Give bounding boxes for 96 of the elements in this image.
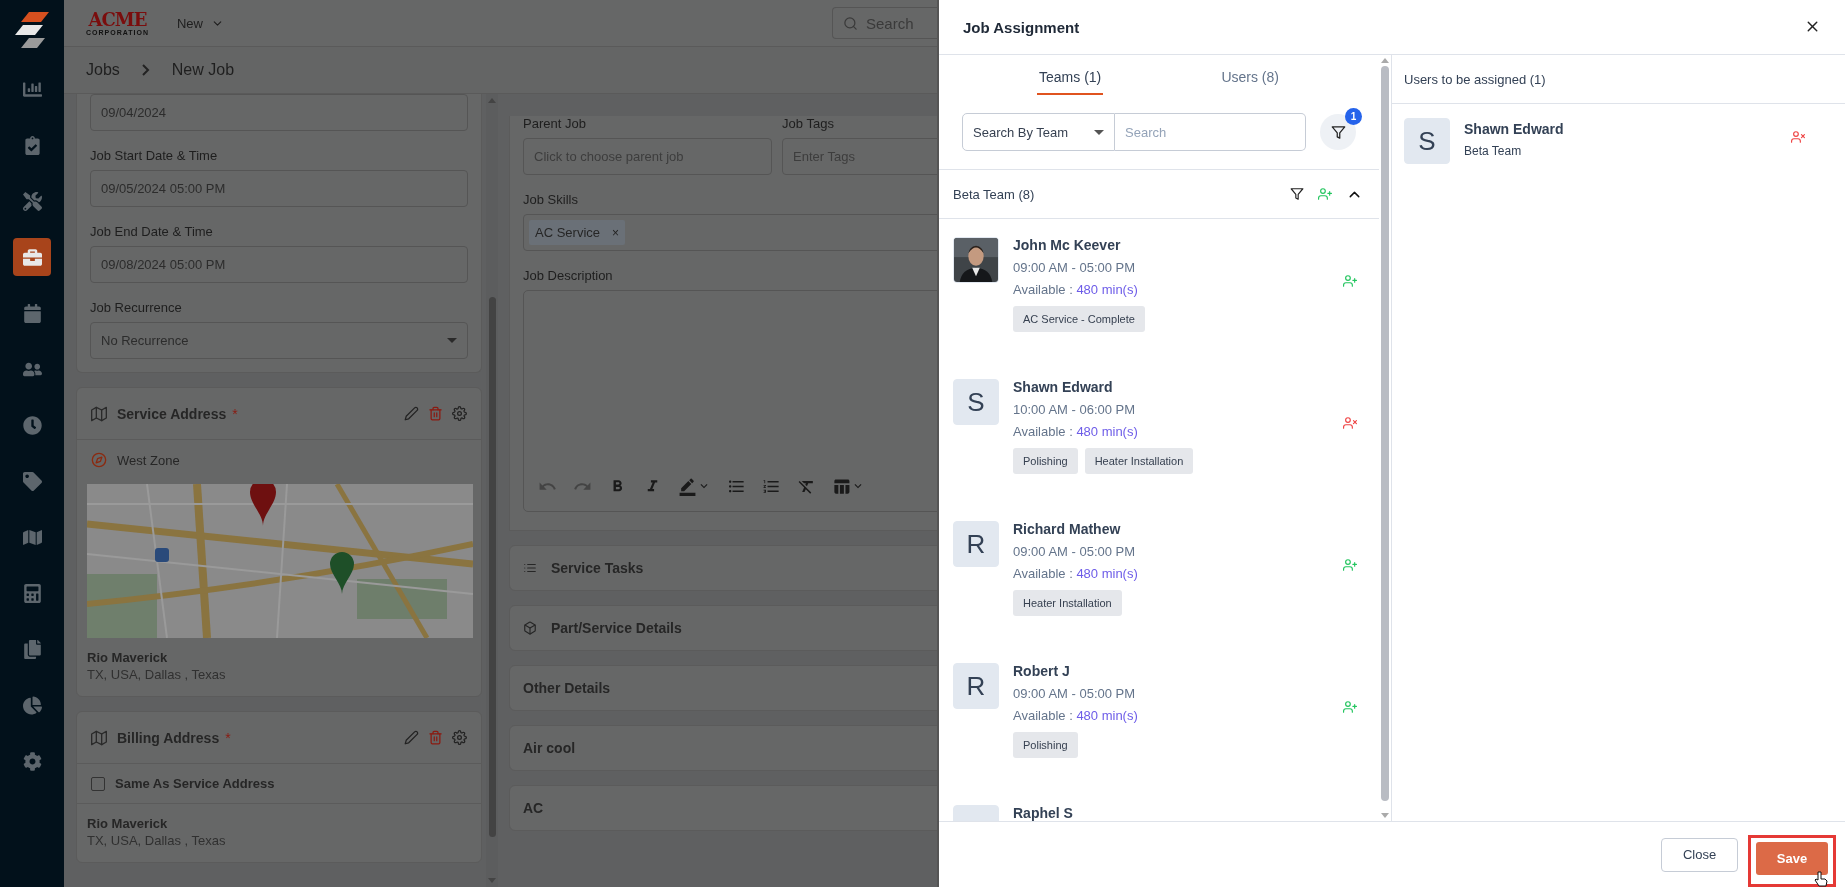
recurrence-select[interactable]: No Recurrence	[90, 322, 468, 359]
skill-tag: AC Service - Complete	[1013, 306, 1145, 332]
settings-icon[interactable]	[452, 730, 467, 745]
new-menu[interactable]: New	[171, 14, 230, 32]
breadcrumb-link[interactable]: Jobs	[86, 61, 120, 79]
date-field[interactable]: 09/04/2024	[90, 94, 468, 131]
user-name: Raphel S	[1013, 805, 1074, 821]
field-label: Job Tags	[782, 116, 835, 131]
search-icon	[843, 15, 858, 31]
user-name: Shawn Edward	[1013, 379, 1114, 395]
required-mark: *	[225, 729, 231, 746]
date-time-field[interactable]: 09/05/2024 05:00 PM	[90, 170, 468, 207]
section-title: AC	[523, 800, 544, 816]
availability: Available : 480 min(s)	[1013, 708, 1139, 723]
section-header[interactable]: Service Tasks	[509, 545, 937, 591]
filter-icon[interactable]	[1290, 187, 1304, 201]
close-button[interactable]: Close	[1661, 837, 1738, 872]
box-icon	[523, 621, 537, 635]
filter-count: 1	[1345, 108, 1362, 125]
avatar: R	[953, 521, 999, 567]
remove-user-icon[interactable]	[1791, 130, 1805, 144]
save-button[interactable]: Save	[1756, 842, 1828, 875]
required-mark: *	[232, 405, 238, 422]
tab[interactable]: Users (8)	[1219, 69, 1281, 95]
chip-remove[interactable]: ×	[612, 225, 620, 240]
field-label: Job Description	[523, 268, 614, 283]
field-label: Parent Job	[523, 116, 587, 131]
edit-icon[interactable]	[404, 406, 419, 421]
add-user-icon[interactable]	[1343, 274, 1357, 288]
assigned-title: Users to be assigned (1)	[1392, 55, 1845, 104]
work-hours: 10:00 AM - 06:00 PM	[1013, 402, 1137, 417]
user-name: Robert J	[1013, 663, 1071, 679]
team-name: Beta Team	[1464, 144, 1523, 158]
user-name: Shawn Edward	[1464, 121, 1564, 137]
avatar: S	[1404, 118, 1450, 164]
map-icon	[91, 405, 107, 422]
briefcase-icon[interactable]	[13, 238, 51, 276]
field-label: Job Skills	[523, 192, 579, 207]
map-icon	[91, 729, 107, 746]
add-user-icon[interactable]	[1343, 558, 1357, 572]
caret-icon	[1094, 129, 1104, 135]
skill-tag: Heater Installation	[1013, 590, 1122, 616]
address-name: Rio Maverick	[86, 649, 169, 667]
address-name: Rio Maverick	[86, 815, 169, 833]
logo-icon	[15, 12, 49, 48]
availability: Available : 480 min(s)	[1013, 424, 1139, 439]
field-label: Job Start Date & Time	[90, 148, 219, 163]
work-hours: 09:00 AM - 05:00 PM	[1013, 686, 1137, 701]
search-field[interactable]: Search	[1115, 113, 1306, 151]
user-name: Richard Mathew	[1013, 521, 1122, 537]
field-label: Job End Date & Time	[90, 224, 214, 239]
trash-icon[interactable]	[428, 406, 443, 421]
search-by-select[interactable]: Search By Team	[962, 113, 1115, 151]
section-header[interactable]: Part/Service Details	[509, 605, 937, 651]
section-title: Other Details	[523, 680, 611, 696]
scrollbar[interactable]	[1379, 55, 1391, 821]
checklist-icon	[523, 561, 537, 575]
zone-label: West Zone	[117, 452, 180, 468]
checkbox[interactable]	[91, 776, 105, 791]
date-time-field[interactable]: 09/08/2024 05:00 PM	[90, 246, 468, 283]
avatar: R	[953, 663, 999, 709]
section-title: Air cool	[523, 740, 576, 756]
skill-tag: Heater Installation	[1084, 448, 1194, 474]
settings-icon[interactable]	[452, 406, 467, 421]
checkbox-label: Same As Service Address	[115, 776, 275, 791]
compass-icon	[91, 452, 107, 468]
availability: Available : 480 min(s)	[1013, 282, 1139, 297]
add-user-icon[interactable]	[1343, 700, 1357, 714]
filter-icon	[1330, 124, 1346, 140]
work-hours: 09:00 AM - 05:00 PM	[1013, 544, 1137, 559]
field-label: Job Recurrence	[90, 300, 183, 315]
drawer-title: Job Assignment	[963, 18, 1080, 36]
caret-icon	[447, 338, 457, 343]
breadcrumb-current: New Job	[171, 61, 235, 79]
add-user-icon[interactable]	[1318, 187, 1332, 201]
edit-icon[interactable]	[404, 730, 419, 745]
section-title: Part/Service Details	[551, 620, 682, 636]
user-name: John Mc Keever	[1013, 237, 1122, 253]
section-title: Service Tasks	[551, 560, 644, 576]
card-title: Service Address	[117, 405, 227, 422]
group-title: Beta Team (8)	[953, 186, 1035, 202]
avatar: S	[953, 379, 999, 425]
work-hours: 09:00 AM - 05:00 PM	[1013, 260, 1137, 275]
trash-icon[interactable]	[428, 730, 443, 745]
filter-button[interactable]	[1320, 114, 1356, 150]
remove-user-icon[interactable]	[1343, 416, 1357, 430]
tab[interactable]: Teams (1)	[1037, 69, 1104, 95]
availability: Available : 480 min(s)	[1013, 566, 1139, 581]
skill-tag: Polishing	[1013, 448, 1078, 474]
chip-label: AC Service	[535, 225, 601, 240]
chevron-icon	[141, 64, 150, 76]
section-header[interactable]: AC	[509, 785, 937, 831]
section-header[interactable]: Air cool	[509, 725, 937, 771]
section-header[interactable]: Other Details	[509, 665, 937, 711]
card-title: Billing Address	[117, 729, 220, 746]
skill-tag: Polishing	[1013, 732, 1078, 758]
